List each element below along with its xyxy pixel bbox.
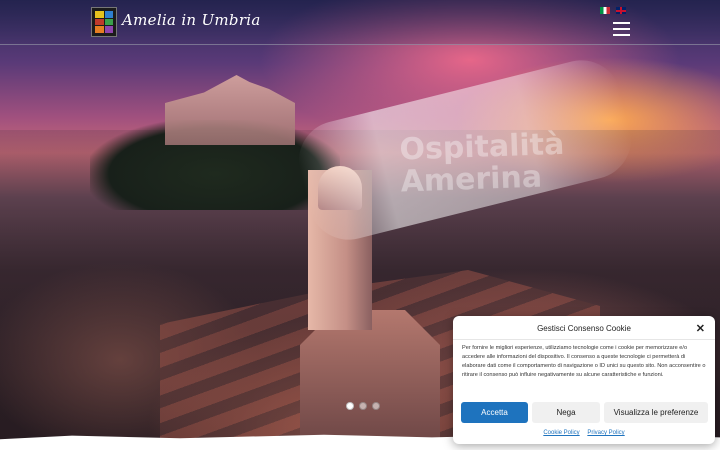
english-flag-icon[interactable] <box>616 7 626 14</box>
deny-button[interactable]: Nega <box>532 402 600 423</box>
accept-button[interactable]: Accetta <box>461 402 528 423</box>
site-header: Amelia in Umbria <box>0 0 720 45</box>
slider-dot[interactable] <box>346 402 354 410</box>
cookie-description: Per fornire le migliori esperienze, util… <box>462 345 706 378</box>
italian-flag-icon[interactable] <box>600 7 610 14</box>
slider-dot[interactable] <box>372 402 380 410</box>
hamburger-menu-icon[interactable] <box>613 22 630 36</box>
slider-dot[interactable] <box>359 402 367 410</box>
divider <box>453 339 715 340</box>
language-switcher <box>600 7 626 14</box>
hero-overlay-text: Ospitalità Amerina <box>398 126 565 200</box>
hero-octagonal-building <box>300 310 440 450</box>
view-preferences-button[interactable]: Visualizza le preferenze <box>604 402 708 423</box>
cookie-policy-link[interactable]: Cookie Policy <box>543 430 579 436</box>
cookie-consent-panel: Gestisci Consenso Cookie ✕ Per fornire l… <box>453 316 715 444</box>
cookie-title: Gestisci Consenso Cookie <box>537 324 631 333</box>
site-title[interactable]: Amelia in Umbria <box>122 11 261 29</box>
privacy-policy-link[interactable]: Privacy Policy <box>587 430 624 436</box>
slider-dots <box>346 402 380 410</box>
site-logo-icon[interactable] <box>91 7 117 37</box>
cookie-links: Cookie Policy Privacy Policy <box>453 430 715 436</box>
close-icon[interactable]: ✕ <box>696 322 705 335</box>
